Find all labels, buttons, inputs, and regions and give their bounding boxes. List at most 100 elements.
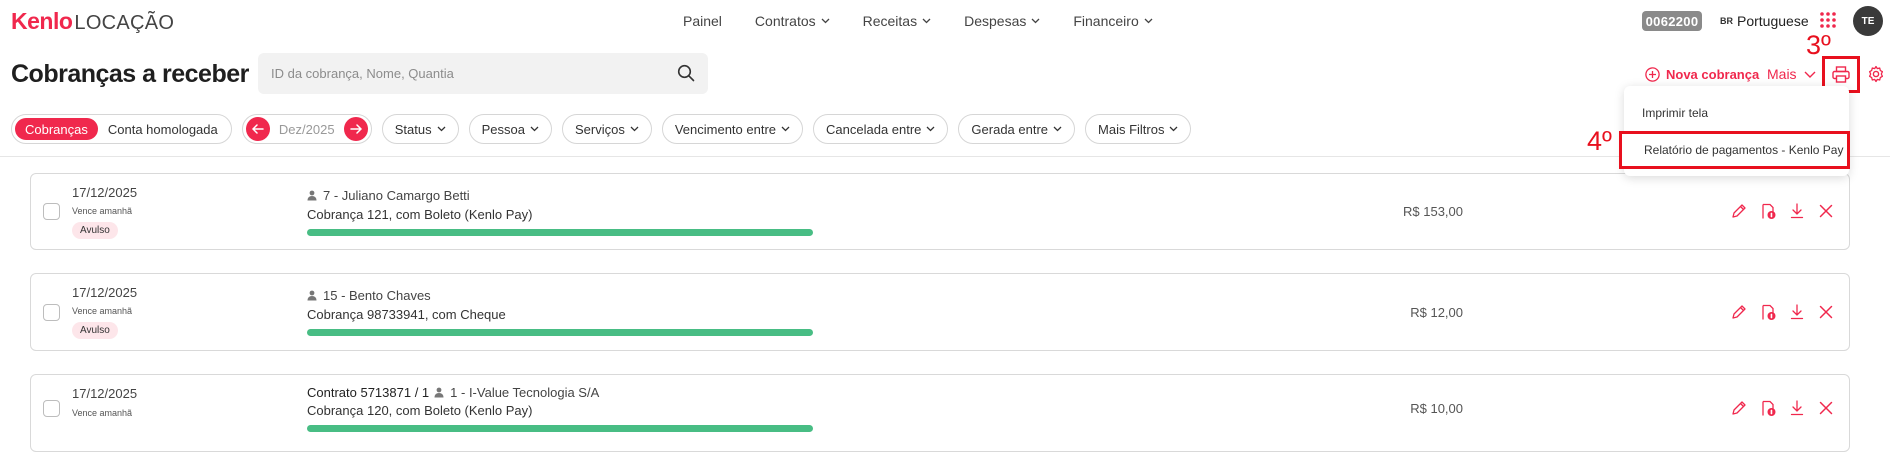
chevron-down-icon (630, 126, 639, 132)
row-checkbox[interactable] (43, 400, 60, 417)
receipt-button[interactable] (1759, 303, 1777, 321)
receipt-button[interactable] (1759, 399, 1777, 417)
charge-amount: R$ 153,00 (1403, 204, 1463, 219)
download-icon (1790, 304, 1804, 320)
contract-link[interactable]: Contrato 5713871 / 1 (307, 385, 429, 400)
new-charge-label: Nova cobrança (1666, 66, 1760, 82)
arrow-left-icon (251, 124, 264, 134)
cancel-charge-button[interactable] (1817, 399, 1835, 417)
cancel-charge-button[interactable] (1817, 303, 1835, 321)
filter-vencimento-entre[interactable]: Vencimento entre (661, 114, 804, 144)
filter-cancelada-entre[interactable]: Cancelada entre (813, 114, 949, 144)
nav-contratos[interactable]: Contratos (755, 12, 830, 30)
user-avatar[interactable]: TE (1853, 6, 1883, 36)
filter-label: Serviços (574, 121, 625, 137)
due-note: Vence amanhã (72, 408, 133, 418)
nav-label: Despesas (964, 13, 1027, 29)
person-name[interactable]: 7 - Juliano Camargo Betti (323, 188, 470, 203)
chevron-down-icon (781, 126, 790, 132)
nav-label: Contratos (754, 13, 816, 29)
nav-receitas[interactable]: Receitas (863, 12, 931, 30)
person-name[interactable]: 15 - Bento Chaves (323, 288, 431, 303)
charges-list: 17/12/2025 Vence amanhã Avulso 7 - Julia… (0, 156, 1890, 459)
filter-label: Gerada entre (971, 121, 1049, 137)
logo-brand: Kenlo (11, 8, 73, 34)
month-label: Dez/2025 (278, 121, 335, 137)
filter-servicos[interactable]: Serviços (561, 114, 652, 144)
tab-cobrancas[interactable]: Cobranças (15, 118, 98, 140)
filter-pessoa[interactable]: Pessoa (468, 114, 552, 144)
brand-logo[interactable]: Kenlo LOCAÇÃO (11, 8, 174, 34)
close-icon (1819, 401, 1833, 415)
chevron-down-icon (1144, 18, 1153, 24)
person-icon (434, 387, 444, 398)
logo-product: LOCAÇÃO (74, 12, 175, 34)
apps-grid-icon[interactable] (1819, 11, 1837, 29)
edit-button[interactable] (1730, 202, 1748, 220)
main-nav: Painel Contratos Receitas Despesas Finan… (683, 12, 1186, 30)
payment-progress-bar (307, 329, 813, 336)
edit-button[interactable] (1730, 303, 1748, 321)
person-icon (307, 290, 317, 301)
charge-date: 17/12/2025 (72, 386, 138, 401)
person-name[interactable]: 1 - I-Value Tecnologia S/A (450, 385, 599, 400)
receipt-money-icon (1761, 304, 1775, 320)
chevron-down-icon (1170, 126, 1178, 132)
chevron-down-icon (530, 126, 539, 132)
filter-mais-filtros[interactable]: Mais Filtros (1085, 114, 1192, 144)
charge-amount: R$ 12,00 (1410, 305, 1463, 320)
row-checkbox[interactable] (43, 203, 60, 220)
chevron-down-icon (926, 126, 935, 132)
edit-button[interactable] (1730, 399, 1748, 417)
cancel-charge-button[interactable] (1817, 202, 1835, 220)
edit-icon (1732, 401, 1746, 415)
tenant-code-badge: 0062200 (1642, 11, 1702, 31)
close-icon (1819, 204, 1833, 218)
menu-item-print-screen[interactable]: Imprimir tela (1642, 106, 1708, 120)
printer-icon (1832, 66, 1850, 83)
tab-conta-homologada[interactable]: Conta homologada (98, 118, 228, 140)
download-button[interactable] (1788, 303, 1806, 321)
language-label: Portuguese (1737, 13, 1809, 29)
payment-progress-bar (307, 425, 813, 432)
chevron-down-icon (922, 18, 931, 24)
row-checkbox[interactable] (43, 304, 60, 321)
search-input[interactable] (258, 53, 708, 94)
language-selector[interactable]: BR Portuguese (1720, 12, 1809, 30)
receipt-money-icon (1761, 203, 1775, 219)
search-box (258, 53, 708, 94)
nav-label: Financeiro (1073, 13, 1139, 29)
filter-label: Cancelada entre (826, 121, 922, 137)
menu-item-payments-report[interactable]: Relatório de pagamentos - Kenlo Pay (1619, 131, 1850, 169)
download-button[interactable] (1788, 202, 1806, 220)
chevron-down-icon (437, 126, 446, 132)
chevron-down-icon (1804, 71, 1816, 78)
charge-amount: R$ 10,00 (1410, 401, 1463, 416)
gear-icon[interactable] (1867, 65, 1885, 83)
row-actions (1730, 399, 1846, 417)
prev-month-button[interactable] (245, 117, 270, 141)
edit-icon (1732, 204, 1746, 218)
new-charge-button[interactable]: Nova cobrança (1645, 64, 1759, 84)
receipt-money-icon (1761, 400, 1775, 416)
edit-icon (1732, 305, 1746, 319)
more-button[interactable]: Mais (1767, 64, 1816, 84)
top-navbar: Kenlo LOCAÇÃO Painel Contratos Receitas … (0, 0, 1890, 42)
receipt-button[interactable] (1759, 202, 1777, 220)
step-3-annotation: 3º (1806, 30, 1831, 60)
charge-type-tag: Avulso (72, 322, 118, 339)
next-month-button[interactable] (343, 117, 368, 141)
nav-painel[interactable]: Painel (683, 12, 722, 30)
nav-despesas[interactable]: Despesas (964, 12, 1040, 30)
filter-gerada-entre[interactable]: Gerada entre (958, 114, 1076, 144)
search-icon[interactable] (677, 64, 695, 82)
filter-label: Status (394, 121, 432, 137)
due-note: Vence amanhã (72, 306, 133, 316)
filter-status[interactable]: Status (381, 114, 459, 144)
row-actions (1730, 202, 1846, 220)
nav-financeiro[interactable]: Financeiro (1073, 12, 1153, 30)
download-button[interactable] (1788, 399, 1806, 417)
nav-label: Receitas (862, 13, 918, 29)
brazil-flag-icon: BR (1720, 16, 1733, 26)
payment-progress-bar (307, 229, 813, 236)
